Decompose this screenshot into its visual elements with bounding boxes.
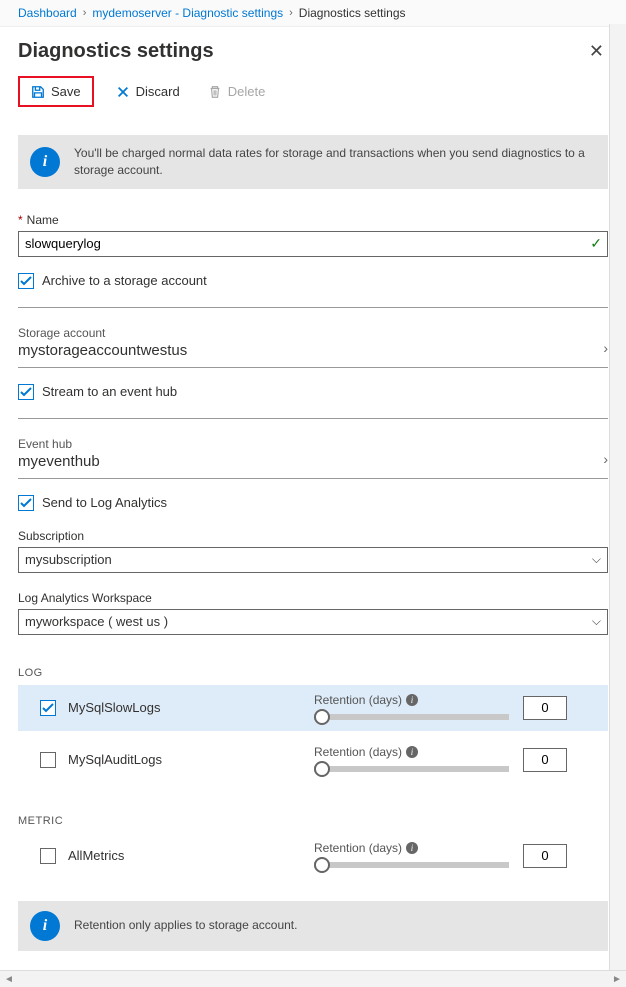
- breadcrumb-dashboard[interactable]: Dashboard: [18, 6, 77, 20]
- loganalytics-checkbox[interactable]: [18, 495, 34, 511]
- allmetrics-checkbox[interactable]: [40, 848, 56, 864]
- stream-label: Stream to an event hub: [42, 384, 177, 399]
- info-dot-icon[interactable]: i: [406, 842, 418, 854]
- chevron-down-icon: ⌵: [592, 614, 601, 629]
- chevron-down-icon: ⌵: [592, 552, 601, 567]
- chevron-right-icon: ›: [289, 7, 293, 19]
- chevron-right-icon: ›: [603, 340, 608, 356]
- auditlogs-label: MySqlAuditLogs: [68, 752, 162, 767]
- group-metric-title: METRIC: [18, 815, 608, 827]
- subscription-label: Subscription: [18, 529, 608, 543]
- archive-label: Archive to a storage account: [42, 273, 207, 288]
- chevron-right-icon: ›: [83, 7, 87, 19]
- info-banner-top: i You'll be charged normal data rates fo…: [18, 135, 608, 189]
- event-hub-picker[interactable]: Event hub myeventhub ›: [18, 437, 608, 479]
- stream-checkbox[interactable]: [18, 384, 34, 400]
- archive-checkbox[interactable]: [18, 273, 34, 289]
- auditlogs-retention-slider[interactable]: [314, 761, 509, 775]
- auditlogs-retention-input[interactable]: [523, 748, 567, 772]
- workspace-label: Log Analytics Workspace: [18, 591, 608, 605]
- group-log-title: LOG: [18, 667, 608, 679]
- delete-label: Delete: [228, 84, 266, 99]
- blade-header: Diagnostics settings ✕: [0, 27, 626, 72]
- retention-label: Retention (days) i: [314, 693, 509, 707]
- log-row-slow[interactable]: MySqlSlowLogs Retention (days) i: [18, 685, 608, 731]
- info-banner-text: You'll be charged normal data rates for …: [74, 145, 596, 179]
- slowlogs-label: MySqlSlowLogs: [68, 700, 161, 715]
- auditlogs-checkbox[interactable]: [40, 752, 56, 768]
- required-asterisk: *: [18, 213, 23, 227]
- retention-label: Retention (days) i: [314, 745, 509, 759]
- delete-icon: [208, 85, 222, 99]
- scroll-left-icon[interactable]: ◄: [2, 974, 16, 985]
- info-banner-bottom-text: Retention only applies to storage accoun…: [74, 917, 297, 934]
- info-banner-bottom: i Retention only applies to storage acco…: [18, 901, 608, 951]
- subscription-value: mysubscription: [25, 552, 112, 567]
- vertical-scrollbar[interactable]: [609, 24, 626, 970]
- log-row-audit[interactable]: MySqlAuditLogs Retention (days) i: [18, 737, 608, 783]
- breadcrumb-server[interactable]: mydemoserver - Diagnostic settings: [92, 6, 283, 20]
- allmetrics-retention-slider[interactable]: [314, 857, 509, 871]
- slowlogs-retention-slider[interactable]: [314, 709, 509, 723]
- loganalytics-label: Send to Log Analytics: [42, 495, 167, 510]
- slowlogs-checkbox[interactable]: [40, 700, 56, 716]
- save-button-highlight: Save: [18, 76, 94, 107]
- scroll-right-icon[interactable]: ►: [610, 974, 624, 985]
- discard-icon: [116, 85, 130, 99]
- allmetrics-label: AllMetrics: [68, 848, 124, 863]
- workspace-value: myworkspace ( west us ): [25, 614, 168, 629]
- discard-label: Discard: [136, 84, 180, 99]
- storage-account-value: mystorageaccountwestus: [18, 342, 608, 359]
- delete-button: Delete: [202, 80, 272, 103]
- event-hub-value: myeventhub: [18, 453, 608, 470]
- page-title: Diagnostics settings: [18, 40, 214, 63]
- info-icon: i: [30, 147, 60, 177]
- workspace-select[interactable]: myworkspace ( west us ) ⌵: [18, 609, 608, 635]
- storage-account-label: Storage account: [18, 326, 608, 340]
- name-input[interactable]: [18, 231, 608, 257]
- retention-label: Retention (days) i: [314, 841, 509, 855]
- info-icon: i: [30, 911, 60, 941]
- save-label: Save: [51, 84, 81, 99]
- chevron-right-icon: ›: [603, 451, 608, 467]
- metric-row-all[interactable]: AllMetrics Retention (days) i: [18, 833, 608, 879]
- storage-account-picker[interactable]: Storage account mystorageaccountwestus ›: [18, 326, 608, 368]
- allmetrics-retention-input[interactable]: [523, 844, 567, 868]
- event-hub-label: Event hub: [18, 437, 608, 451]
- breadcrumb-current: Diagnostics settings: [299, 6, 406, 20]
- subscription-select[interactable]: mysubscription ⌵: [18, 547, 608, 573]
- slowlogs-retention-input[interactable]: [523, 696, 567, 720]
- info-dot-icon[interactable]: i: [406, 694, 418, 706]
- discard-button[interactable]: Discard: [110, 80, 186, 103]
- breadcrumb: Dashboard › mydemoserver - Diagnostic se…: [0, 0, 626, 27]
- save-button[interactable]: Save: [25, 80, 87, 103]
- save-icon: [31, 85, 45, 99]
- horizontal-scrollbar[interactable]: ◄ ►: [0, 970, 626, 987]
- toolbar: Save Discard Delete: [0, 72, 626, 117]
- name-label: * Name: [18, 213, 608, 227]
- info-dot-icon[interactable]: i: [406, 746, 418, 758]
- valid-check-icon: ✓: [590, 235, 602, 252]
- close-icon[interactable]: ✕: [585, 37, 608, 66]
